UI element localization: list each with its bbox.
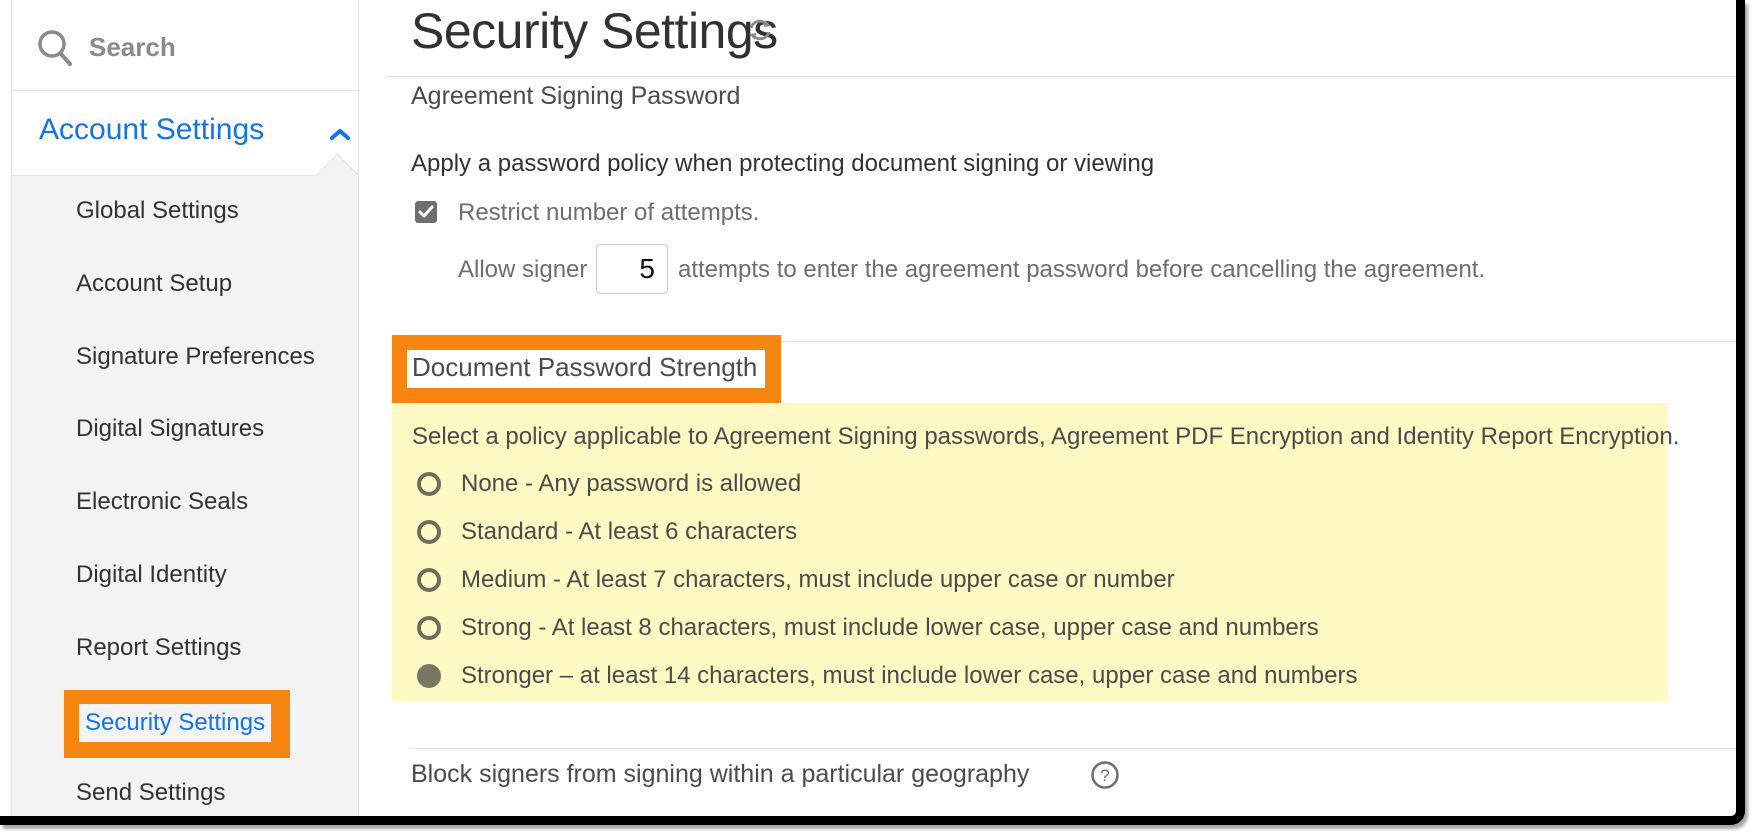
checkmark-icon	[418, 205, 434, 218]
highlight-callout: Document Password Strength	[392, 335, 781, 403]
search-icon	[38, 30, 72, 66]
sidebar-item-digital-identity[interactable]: Digital Identity	[76, 561, 227, 589]
section-title-agreement-signing-password: Agreement Signing Password	[411, 82, 741, 110]
sidebar-item-security-settings[interactable]: Security Settings	[79, 704, 271, 742]
sidebar-item-digital-signatures[interactable]: Digital Signatures	[76, 415, 264, 443]
section-title-document-password-strength: Document Password Strength	[412, 352, 758, 382]
page-title: Security Settings	[411, 3, 778, 59]
allow-signer-label: Allow signer	[458, 256, 588, 283]
radio-button-selected[interactable]	[417, 664, 441, 688]
password-strength-panel: Select a policy applicable to Agreement …	[392, 403, 1679, 701]
app-window: Search Account Settings Global Settings …	[0, 0, 1745, 825]
radio-label: Stronger – at least 14 characters, must …	[461, 662, 1358, 689]
radio-option-stronger[interactable]: Stronger – at least 14 characters, must …	[417, 658, 1357, 694]
radio-option-standard[interactable]: Standard - At least 6 characters	[417, 514, 797, 550]
radio-option-medium[interactable]: Medium - At least 7 characters, must inc…	[417, 562, 1175, 598]
sidebar-item-electronic-seals[interactable]: Electronic Seals	[76, 488, 248, 516]
radio-button[interactable]	[417, 568, 441, 592]
search-placeholder: Search	[89, 32, 176, 62]
section-title-geo-block: Block signers from signing within a part…	[411, 760, 1030, 788]
divider	[411, 748, 1736, 749]
highlight-callout: Security Settings	[64, 690, 290, 758]
sidebar-item-send-settings[interactable]: Send Settings	[76, 779, 225, 807]
radio-button[interactable]	[417, 520, 441, 544]
attempts-input[interactable]: 5	[596, 244, 668, 294]
radio-option-none[interactable]: None - Any password is allowed	[417, 466, 801, 502]
radio-button[interactable]	[417, 472, 441, 496]
policy-description: Apply a password policy when protecting …	[411, 150, 1155, 177]
section-label: Account Settings	[39, 113, 265, 146]
radio-label: None - Any password is allowed	[461, 470, 802, 497]
main-content: Security Settings Agreement Signing Pass…	[358, 0, 1736, 816]
svg-text:?: ?	[1100, 766, 1109, 785]
divider	[386, 76, 1736, 77]
sidebar: Search Account Settings Global Settings …	[11, 0, 360, 816]
restrict-attempts-checkbox[interactable]	[415, 201, 437, 223]
radio-label: Strong - At least 8 characters, must inc…	[461, 614, 1319, 641]
help-icon[interactable]: ?	[1090, 760, 1120, 790]
radio-label: Medium - At least 7 characters, must inc…	[461, 566, 1175, 593]
sidebar-item-account-setup[interactable]: Account Setup	[76, 270, 232, 298]
restrict-attempts-label: Restrict number of attempts.	[458, 199, 760, 226]
refresh-icon[interactable]	[746, 16, 774, 44]
radio-option-strong[interactable]: Strong - At least 8 characters, must inc…	[417, 610, 1319, 646]
chevron-up-icon[interactable]	[329, 127, 351, 141]
radio-label: Standard - At least 6 characters	[461, 518, 798, 545]
radio-button[interactable]	[417, 616, 441, 640]
sidebar-item-signature-preferences[interactable]: Signature Preferences	[76, 343, 315, 371]
sidebar-item-global-settings[interactable]: Global Settings	[76, 197, 239, 225]
strength-description: Select a policy applicable to Agreement …	[412, 423, 1680, 450]
search-input[interactable]: Search	[12, 0, 358, 91]
sidebar-section-account-settings[interactable]: Account Settings	[12, 91, 358, 176]
sidebar-item-report-settings[interactable]: Report Settings	[76, 634, 241, 662]
attempts-suffix-label: attempts to enter the agreement password…	[678, 256, 1486, 283]
callout-inner: Document Password Strength	[407, 350, 765, 388]
